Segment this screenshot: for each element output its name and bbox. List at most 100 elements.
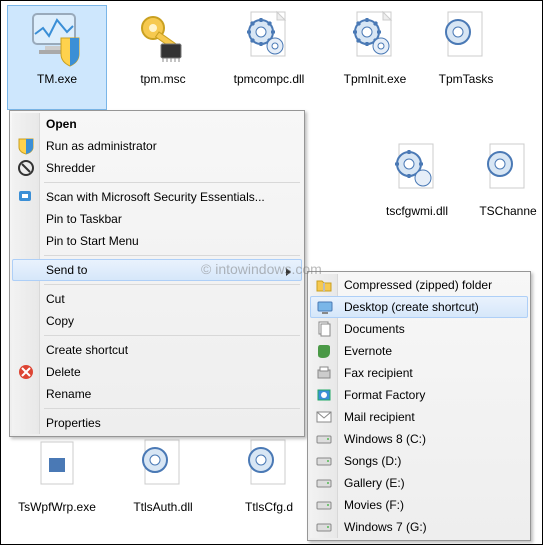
delete-icon xyxy=(17,363,35,381)
mse-icon xyxy=(17,188,35,206)
file-label: TM.exe xyxy=(37,72,77,86)
drive-icon xyxy=(315,452,333,470)
menu-create-shortcut[interactable]: Create shortcut xyxy=(12,339,302,361)
menu-run-as-admin[interactable]: Run as administrator xyxy=(12,135,302,157)
sendto-desktop-shortcut[interactable]: Desktop (create shortcut) xyxy=(310,296,528,318)
file-tpmtasks[interactable]: TpmTasks xyxy=(431,5,501,110)
menu-open[interactable]: Open xyxy=(12,113,302,135)
menu-label: Mail recipient xyxy=(344,410,415,424)
menu-properties[interactable]: Properties xyxy=(12,412,302,434)
menu-label: Evernote xyxy=(344,344,392,358)
menu-label: Pin to Start Menu xyxy=(46,234,139,248)
sendto-evernote[interactable]: Evernote xyxy=(310,340,528,362)
file-label: TtlsAuth.dll xyxy=(133,500,192,514)
mail-icon xyxy=(315,408,333,426)
file-tm-exe[interactable]: TM.exe xyxy=(7,5,107,110)
drive-icon xyxy=(315,474,333,492)
documents-icon xyxy=(315,320,333,338)
generic-file-icon xyxy=(27,436,87,496)
gear-file-icon xyxy=(436,8,496,68)
submenu-arrow-icon xyxy=(285,266,293,280)
fax-icon xyxy=(315,364,333,382)
menu-label: Send to xyxy=(46,263,87,277)
menu-label: Windows 8 (C:) xyxy=(344,432,426,446)
menu-delete[interactable]: Delete xyxy=(12,361,302,383)
sendto-windows7-g[interactable]: Windows 7 (G:) xyxy=(310,516,528,538)
menu-label: Run as administrator xyxy=(46,139,157,153)
menu-label: Properties xyxy=(46,416,101,430)
menu-label: Songs (D:) xyxy=(344,454,401,468)
menu-label: Format Factory xyxy=(344,388,425,402)
file-label: tpmcompc.dll xyxy=(234,72,305,86)
file-label: TpmTasks xyxy=(439,72,494,86)
monitor-shield-icon xyxy=(27,8,87,68)
menu-label: Pin to Taskbar xyxy=(46,212,122,226)
sendto-windows8-c[interactable]: Windows 8 (C:) xyxy=(310,428,528,450)
menu-label: Delete xyxy=(46,365,81,379)
menu-label: Open xyxy=(46,117,77,131)
menu-label: Rename xyxy=(46,387,91,401)
menu-send-to[interactable]: Send to xyxy=(12,259,302,281)
file-ttlsauth[interactable]: TtlsAuth.dll xyxy=(113,433,213,538)
gear-file-icon xyxy=(478,140,538,200)
gear-file-icon xyxy=(387,140,447,200)
menu-label: Documents xyxy=(344,322,405,336)
drive-icon xyxy=(315,518,333,536)
gear-file-icon xyxy=(133,436,193,496)
menu-label: Cut xyxy=(46,292,65,306)
menu-shredder[interactable]: Shredder xyxy=(12,157,302,179)
desktop-icon xyxy=(316,299,334,317)
shredder-icon xyxy=(17,159,35,177)
sendto-documents[interactable]: Documents xyxy=(310,318,528,340)
sendto-gallery-e[interactable]: Gallery (E:) xyxy=(310,472,528,494)
format-factory-icon xyxy=(315,386,333,404)
sendto-mail[interactable]: Mail recipient xyxy=(310,406,528,428)
file-label: TtlsCfg.d xyxy=(245,500,293,514)
gear-file-icon xyxy=(345,8,405,68)
menu-label: Windows 7 (G:) xyxy=(344,520,427,534)
file-label: TSChanne xyxy=(479,204,536,218)
menu-label: Gallery (E:) xyxy=(344,476,405,490)
sendto-submenu: Compressed (zipped) folder Desktop (crea… xyxy=(307,271,531,541)
file-tpm-msc[interactable]: tpm.msc xyxy=(113,5,213,110)
evernote-icon xyxy=(315,342,333,360)
menu-label: Compressed (zipped) folder xyxy=(344,278,492,292)
sendto-songs-d[interactable]: Songs (D:) xyxy=(310,450,528,472)
menu-label: Create shortcut xyxy=(46,343,128,357)
file-grid: TM.exe tpm.msc tpmcompc.dll TpmInit.exe … xyxy=(1,1,542,116)
drive-icon xyxy=(315,496,333,514)
file-tpmcompc-dll[interactable]: tpmcompc.dll xyxy=(219,5,319,110)
menu-label: Copy xyxy=(46,314,74,328)
file-tpminit-exe[interactable]: TpmInit.exe xyxy=(325,5,425,110)
drive-icon xyxy=(315,430,333,448)
gear-file-icon xyxy=(239,8,299,68)
file-label: TpmInit.exe xyxy=(344,72,407,86)
menu-pin-taskbar[interactable]: Pin to Taskbar xyxy=(12,208,302,230)
menu-label: Scan with Microsoft Security Essentials.… xyxy=(46,190,265,204)
file-ttlscfg[interactable]: TtlsCfg.d xyxy=(219,433,319,538)
menu-pin-start[interactable]: Pin to Start Menu xyxy=(12,230,302,252)
file-label: tpm.msc xyxy=(140,72,185,86)
key-chip-icon xyxy=(133,8,193,68)
context-menu: Open Run as administrator Shredder Scan … xyxy=(9,110,305,437)
sendto-fax[interactable]: Fax recipient xyxy=(310,362,528,384)
sendto-compressed[interactable]: Compressed (zipped) folder xyxy=(310,274,528,296)
file-tschanne[interactable]: TSChanne xyxy=(473,137,543,242)
menu-copy[interactable]: Copy xyxy=(12,310,302,332)
file-label: tscfgwmi.dll xyxy=(386,204,448,218)
file-tscfgwmi-dll[interactable]: tscfgwmi.dll xyxy=(367,137,467,242)
sendto-movies-f[interactable]: Movies (F:) xyxy=(310,494,528,516)
menu-label: Desktop (create shortcut) xyxy=(344,300,479,314)
menu-scan-mse[interactable]: Scan with Microsoft Security Essentials.… xyxy=(12,186,302,208)
sendto-format-factory[interactable]: Format Factory xyxy=(310,384,528,406)
file-label: TsWpfWrp.exe xyxy=(18,500,96,514)
menu-rename[interactable]: Rename xyxy=(12,383,302,405)
file-tswpfwrp[interactable]: TsWpfWrp.exe xyxy=(7,433,107,538)
gear-file-icon xyxy=(239,436,299,496)
menu-label: Fax recipient xyxy=(344,366,413,380)
shield-icon xyxy=(17,137,35,155)
menu-cut[interactable]: Cut xyxy=(12,288,302,310)
menu-label: Movies (F:) xyxy=(344,498,404,512)
menu-label: Shredder xyxy=(46,161,95,175)
zip-folder-icon xyxy=(315,276,333,294)
